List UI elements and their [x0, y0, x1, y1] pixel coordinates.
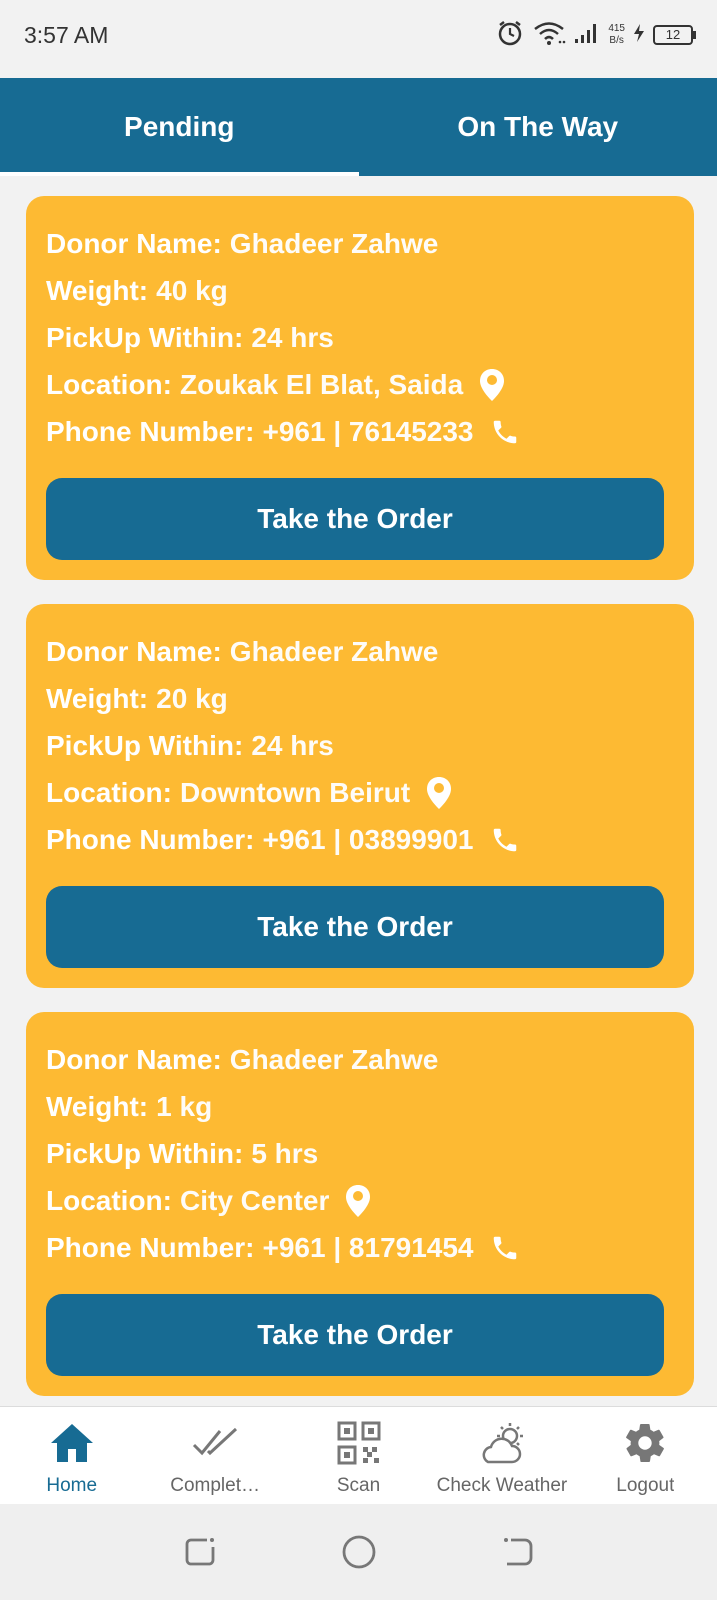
order-card: Donor Name: Ghadeer Zahwe Weight: 1 kg P…	[26, 1012, 694, 1396]
weight-value: 1 kg	[156, 1090, 213, 1122]
location-row: Location: Downtown Beirut	[46, 769, 674, 816]
donor-label: Donor Name:	[46, 227, 222, 259]
nav-check-weather[interactable]: Check Weather	[430, 1407, 573, 1504]
home-circle-icon[interactable]	[339, 1532, 379, 1572]
phone-value: +961 | 03899901	[262, 823, 474, 855]
pickup-value: 24 hrs	[251, 729, 334, 761]
pickup-label: PickUp Within:	[46, 321, 244, 353]
weight-label: Weight:	[46, 682, 149, 714]
phone-icon[interactable]	[490, 1233, 520, 1263]
gear-icon	[622, 1417, 668, 1469]
phone-row: Phone Number: +961 | 81791454	[46, 1224, 674, 1271]
take-order-button[interactable]: Take the Order	[46, 478, 664, 560]
location-value: Downtown Beirut	[180, 776, 411, 808]
wifi-icon	[532, 20, 566, 51]
weather-icon	[476, 1417, 528, 1469]
nav-completed[interactable]: Complet…	[143, 1407, 286, 1504]
donor-row: Donor Name: Ghadeer Zahwe	[46, 628, 674, 675]
weight-row: Weight: 20 kg	[46, 675, 674, 722]
nav-home[interactable]: Home	[0, 1407, 143, 1504]
phone-row: Phone Number: +961 | 03899901	[46, 816, 674, 863]
location-row: Location: City Center	[46, 1177, 674, 1224]
nav-logout[interactable]: Logout	[574, 1407, 717, 1504]
pickup-row: PickUp Within: 24 hrs	[46, 314, 674, 361]
donor-row: Donor Name: Ghadeer Zahwe	[46, 1036, 674, 1083]
order-card: Donor Name: Ghadeer Zahwe Weight: 40 kg …	[26, 196, 694, 580]
nav-home-label: Home	[46, 1475, 98, 1496]
take-order-button[interactable]: Take the Order	[46, 886, 664, 968]
pickup-label: PickUp Within:	[46, 1137, 244, 1169]
tab-bar: Pending On The Way	[0, 78, 717, 176]
weight-value: 20 kg	[156, 682, 228, 714]
double-check-icon	[192, 1417, 238, 1469]
tab-on-the-way[interactable]: On The Way	[359, 78, 717, 176]
battery-icon: 12	[653, 25, 696, 45]
location-label: Location:	[46, 368, 172, 400]
nav-logout-label: Logout	[616, 1475, 675, 1496]
tab-pending[interactable]: Pending	[0, 78, 359, 176]
location-pin-icon[interactable]	[426, 776, 452, 810]
phone-row: Phone Number: +961 | 76145233	[46, 408, 674, 455]
order-card: Donor Name: Ghadeer Zahwe Weight: 20 kg …	[26, 604, 694, 988]
weight-value: 40 kg	[156, 274, 228, 306]
nav-completed-label: Complet…	[170, 1475, 260, 1496]
weight-row: Weight: 1 kg	[46, 1083, 674, 1130]
phone-label: Phone Number:	[46, 823, 255, 855]
donor-value: Ghadeer Zahwe	[229, 1043, 439, 1075]
location-label: Location:	[46, 1184, 172, 1216]
location-row: Location: Zoukak El Blat, Saida	[46, 361, 674, 408]
location-label: Location:	[46, 776, 172, 808]
order-list: Donor Name: Ghadeer Zahwe Weight: 40 kg …	[26, 196, 694, 1396]
location-pin-icon[interactable]	[345, 1184, 371, 1218]
take-order-button[interactable]: Take the Order	[46, 1294, 664, 1376]
donor-label: Donor Name:	[46, 635, 222, 667]
weight-label: Weight:	[46, 1090, 149, 1122]
status-icons: 415 B/s 12	[496, 18, 696, 52]
weight-row: Weight: 40 kg	[46, 267, 674, 314]
location-pin-icon[interactable]	[479, 368, 505, 402]
pickup-value: 24 hrs	[251, 321, 334, 353]
home-icon	[49, 1417, 95, 1469]
status-bar: 3:57 AM 415 B/s 12	[0, 0, 717, 78]
location-value: City Center	[180, 1184, 330, 1216]
qr-code-icon	[337, 1417, 381, 1469]
donor-label: Donor Name:	[46, 1043, 222, 1075]
nav-scan-label: Scan	[336, 1475, 381, 1496]
donor-value: Ghadeer Zahwe	[229, 635, 439, 667]
pickup-row: PickUp Within: 5 hrs	[46, 1130, 674, 1177]
net-speed: 415 B/s	[608, 23, 625, 47]
phone-value: +961 | 76145233	[262, 415, 474, 447]
donor-value: Ghadeer Zahwe	[229, 227, 439, 259]
bottom-nav: Home Complet… Scan Check Weather Logout	[0, 1406, 717, 1504]
pickup-value: 5 hrs	[251, 1137, 319, 1169]
weight-label: Weight:	[46, 274, 149, 306]
pickup-label: PickUp Within:	[46, 729, 244, 761]
location-value: Zoukak El Blat, Saida	[180, 368, 464, 400]
alarm-icon	[496, 19, 524, 52]
phone-value: +961 | 81791454	[262, 1231, 474, 1263]
signal-icon	[574, 21, 600, 50]
phone-icon[interactable]	[490, 825, 520, 855]
phone-label: Phone Number:	[46, 1231, 255, 1263]
status-time: 3:57 AM	[24, 22, 109, 48]
pickup-row: PickUp Within: 24 hrs	[46, 722, 674, 769]
recents-icon[interactable]	[180, 1532, 220, 1572]
net-speed-unit: B/s	[609, 35, 624, 46]
donor-row: Donor Name: Ghadeer Zahwe	[46, 220, 674, 267]
back-icon[interactable]	[498, 1532, 538, 1572]
system-nav-bar	[0, 1504, 717, 1600]
phone-icon[interactable]	[490, 417, 520, 447]
nav-scan[interactable]: Scan	[287, 1407, 430, 1504]
nav-check-weather-label: Check Weather	[436, 1475, 568, 1496]
net-speed-value: 415	[608, 23, 625, 34]
charging-icon	[633, 23, 645, 48]
phone-label: Phone Number:	[46, 415, 255, 447]
